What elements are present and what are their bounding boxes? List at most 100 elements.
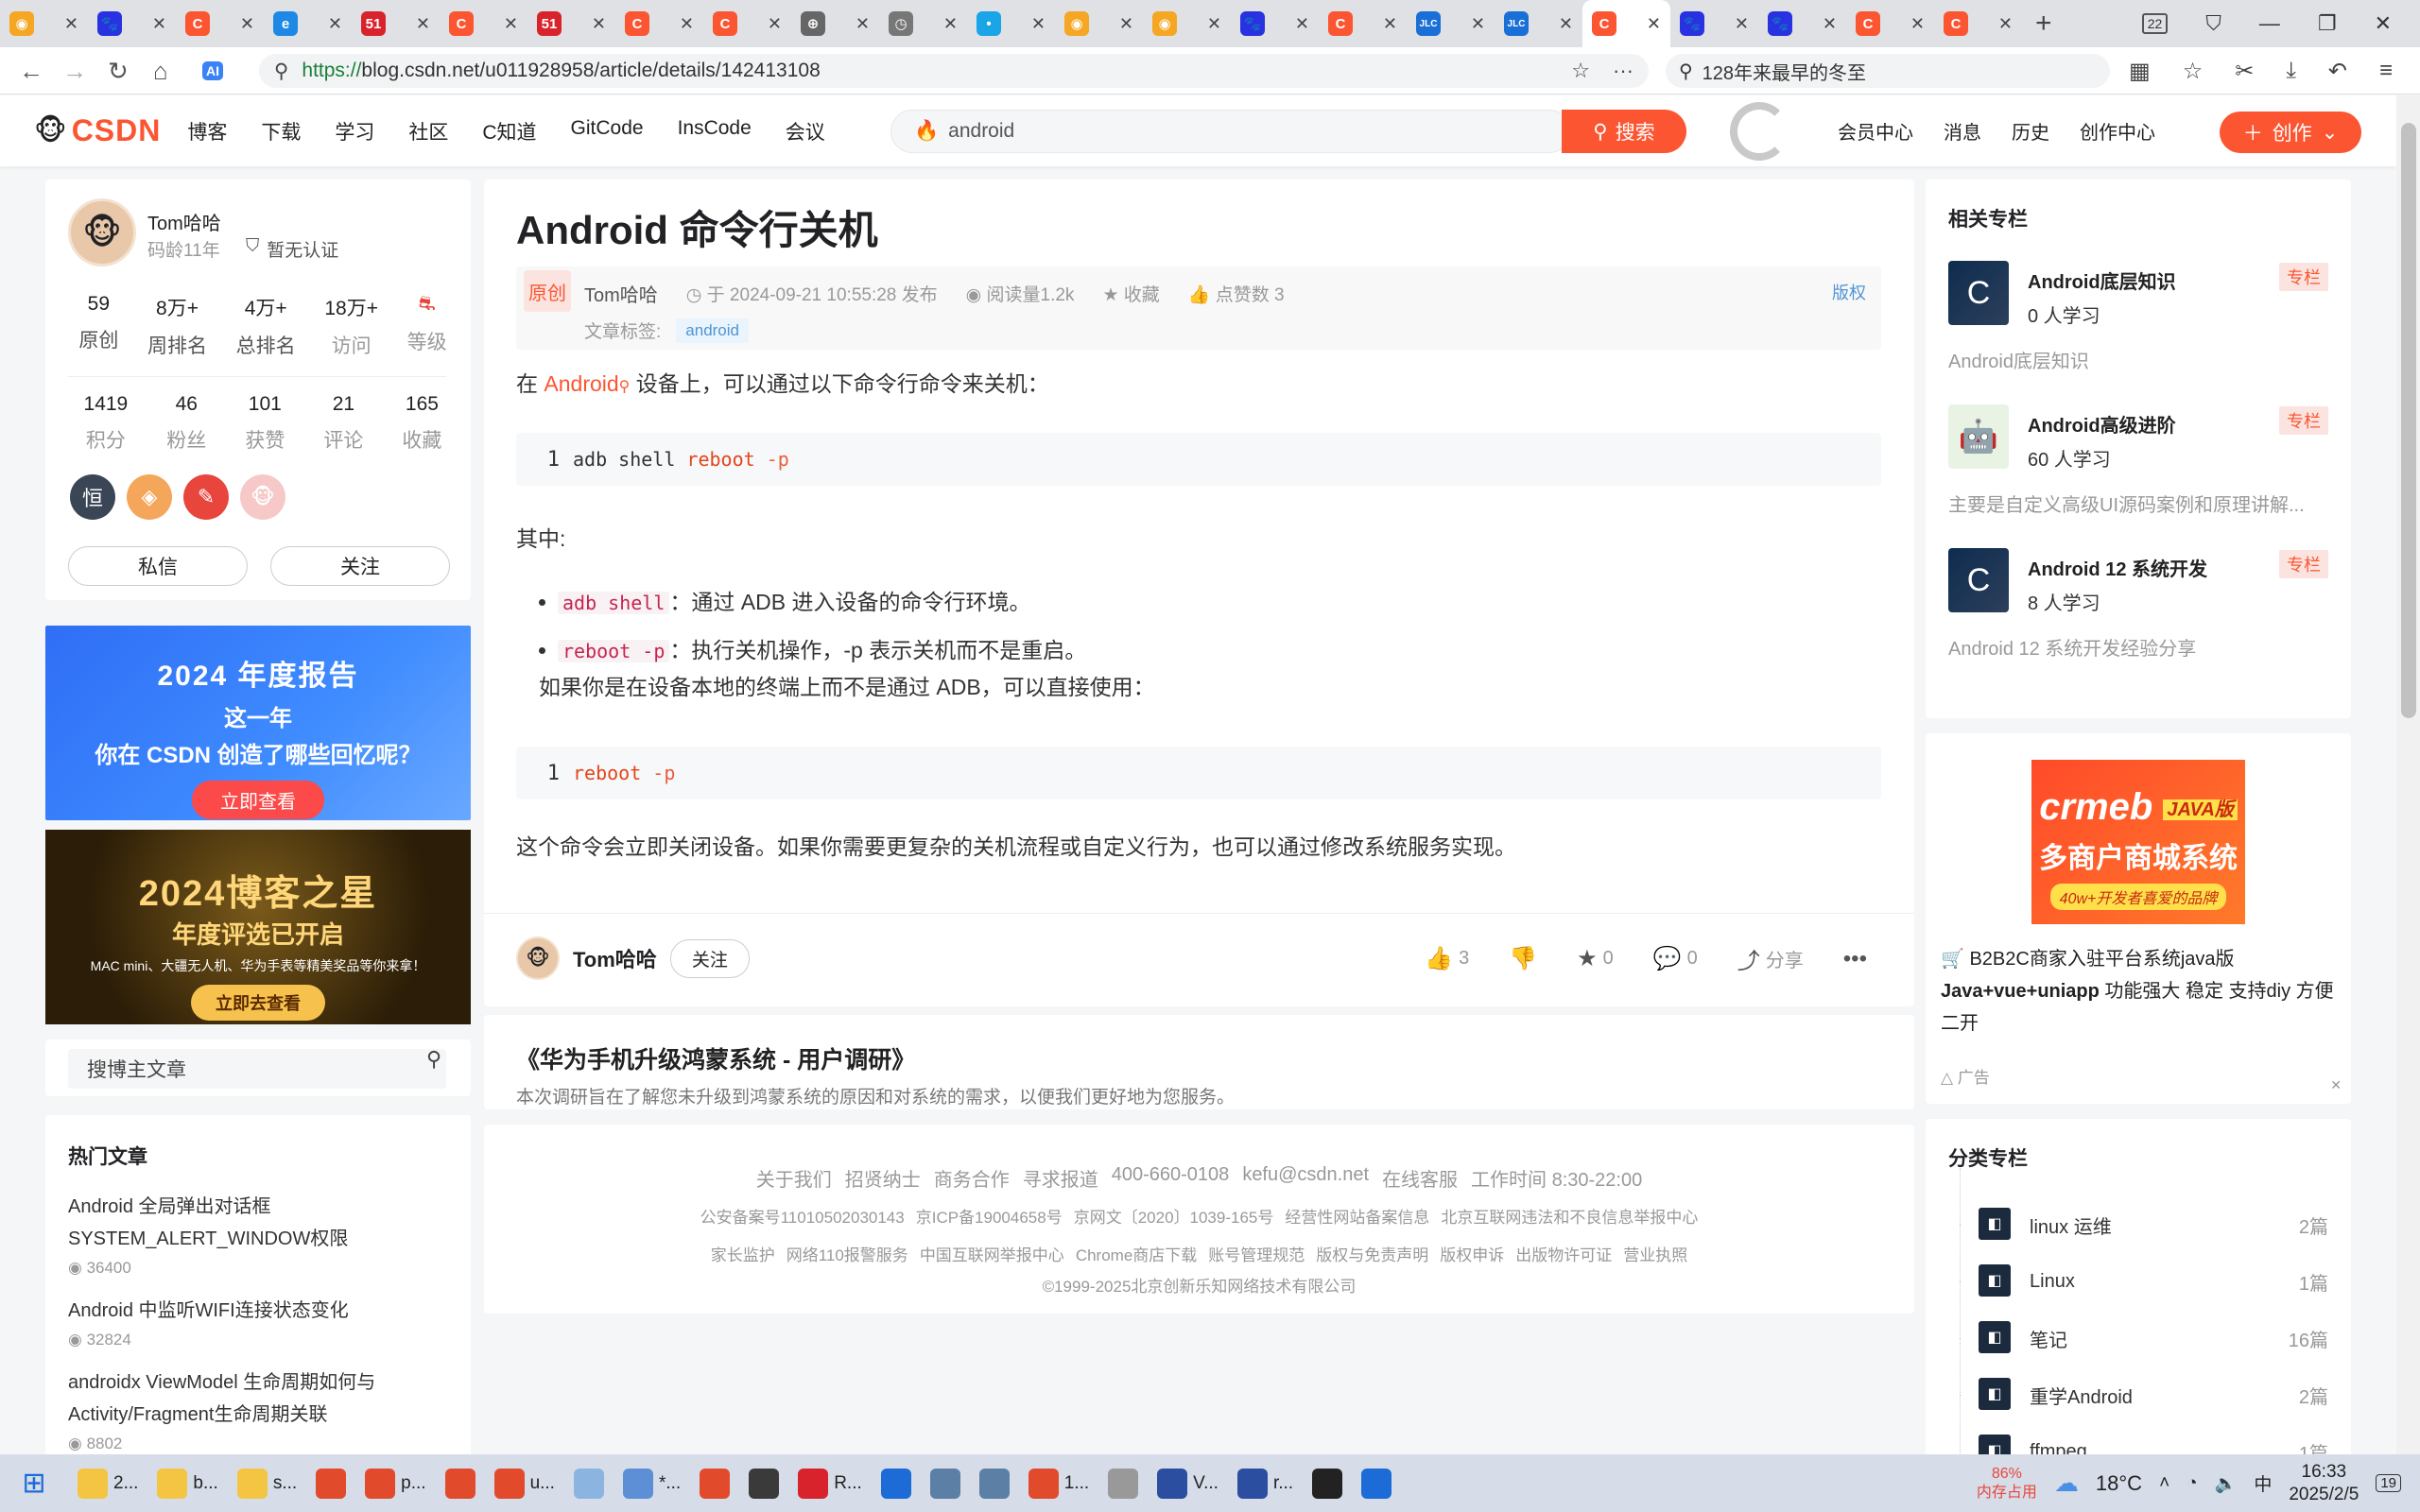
footer-link[interactable]: 寻求报道 <box>1023 1164 1098 1192</box>
close-icon[interactable]: ✕ <box>1823 14 1837 34</box>
close-icon[interactable]: ✕ <box>2375 11 2392 36</box>
footer-link[interactable]: 招贤纳士 <box>845 1164 921 1192</box>
hot-article-title[interactable]: androidx ViewModel 生命周期如何与Activity/Fragm… <box>68 1366 448 1431</box>
csdn-search-button[interactable]: ⚲ 搜索 <box>1562 110 1686 153</box>
stat-item[interactable]: 46 粉丝 <box>166 393 206 454</box>
browser-tab[interactable]: ◉ ✕ <box>0 0 88 47</box>
badge-icon[interactable]: 🐵 <box>240 474 285 520</box>
browser-tab[interactable]: 🐾 ✕ <box>88 0 176 47</box>
volume-icon[interactable]: 🔈 <box>2215 1472 2238 1495</box>
footer-link[interactable]: 关于我们 <box>756 1164 832 1192</box>
taskbar-app[interactable] <box>921 1459 970 1508</box>
close-icon[interactable]: ✕ <box>1471 14 1485 34</box>
footer-link[interactable]: Chrome商店下载 <box>1076 1243 1197 1269</box>
annual-report-banner[interactable]: 2024 年度报告 这一年 你在 CSDN 创造了哪些回忆呢？ 立即查看 <box>45 626 471 820</box>
nav-item[interactable]: 学习 <box>335 117 374 146</box>
taskbar-app[interactable]: p... <box>355 1459 435 1508</box>
copyright-link[interactable]: 版权 <box>1832 280 1866 304</box>
browser-tab[interactable]: C ✕ <box>1319 0 1407 47</box>
stat-item[interactable]: 165 收藏 <box>402 393 441 454</box>
blog-star-banner[interactable]: 2024博客之星 年度评选已开启 MAC mini、大疆无人机、华为手表等精美奖… <box>45 830 471 1024</box>
browser-tab[interactable]: ◷ ✕ <box>879 0 967 47</box>
close-icon[interactable]: ✕ <box>2330 1077 2342 1093</box>
hot-article-title[interactable]: Android 中监听WIFI连接状态变化 <box>68 1295 448 1327</box>
taskbar-app[interactable] <box>436 1459 485 1508</box>
stat-item[interactable]: 21 评论 <box>323 393 363 454</box>
browser-tab[interactable]: ◉ ✕ <box>1143 0 1231 47</box>
close-icon[interactable]: ✕ <box>1383 14 1397 34</box>
browser-tab[interactable]: C ✕ <box>440 0 527 47</box>
home-icon[interactable]: ⌂ <box>153 47 168 94</box>
footer-link[interactable]: 版权申诉 <box>1440 1243 1504 1269</box>
survey-title[interactable]: 《华为手机升级鸿蒙系统 - 用户调研》 <box>516 1041 1882 1075</box>
footer-link[interactable]: 出版物许可证 <box>1515 1243 1612 1269</box>
category-name[interactable]: 笔记 <box>2030 1325 2289 1352</box>
banner-cta[interactable]: 立即去查看 <box>191 985 325 1021</box>
category-item[interactable]: ◧ linux 运维 2篇 <box>1948 1168 2328 1253</box>
undo-icon[interactable]: ↶ <box>2328 58 2347 85</box>
footer-link[interactable]: 工作时间 8:30-22:00 <box>1471 1164 1642 1192</box>
nav-item[interactable]: 博客 <box>187 117 227 146</box>
ai-icon[interactable]: AI <box>202 47 223 94</box>
back-icon[interactable]: ← <box>19 47 43 94</box>
close-icon[interactable]: ✕ <box>592 14 606 34</box>
comment-button[interactable]: 💬 0 <box>1653 945 1698 972</box>
follow-button[interactable]: 关注 <box>270 546 450 586</box>
menu-icon[interactable]: ≡ <box>2379 58 2393 84</box>
meta-fav[interactable]: ★ 收藏 <box>1102 281 1159 306</box>
category-name[interactable]: linux 运维 <box>2030 1211 2299 1239</box>
close-icon[interactable]: ✕ <box>768 14 782 34</box>
browser-tab[interactable]: 🐾 ✕ <box>1231 0 1319 47</box>
memory-indicator[interactable]: 86% 内存占用 <box>1977 1465 2037 1503</box>
author-name[interactable]: Tom哈哈 <box>147 208 221 235</box>
windows-start-icon[interactable]: ⊞ <box>0 1467 68 1500</box>
badge-icon[interactable]: 恒 <box>70 474 115 520</box>
close-icon[interactable]: ✕ <box>1559 14 1573 34</box>
nav-item[interactable]: 社区 <box>408 117 448 146</box>
android-link[interactable]: Android <box>544 371 618 396</box>
footer-link[interactable]: 京ICP备19004658号 <box>916 1205 1063 1231</box>
new-tab-icon[interactable]: + <box>2022 0 2066 47</box>
browser-tab[interactable]: 🐾 ✕ <box>1758 0 1846 47</box>
hot-article[interactable]: androidx ViewModel 生命周期如何与Activity/Fragm… <box>68 1366 448 1453</box>
dislike-button[interactable]: 👎 <box>1509 945 1537 972</box>
close-icon[interactable]: ✕ <box>240 14 254 34</box>
close-icon[interactable]: ✕ <box>1295 14 1309 34</box>
user-link[interactable]: 会员中心 <box>1838 117 1913 145</box>
blog-search-input[interactable]: 搜博主文章 <box>68 1049 446 1089</box>
category-name[interactable]: Linux <box>2030 1271 2299 1293</box>
footer-link[interactable]: 在线客服 <box>1382 1164 1458 1192</box>
favorites-icon[interactable]: ☆ <box>2183 58 2204 85</box>
cut-icon[interactable]: ✂ <box>2235 58 2254 85</box>
browser-tab[interactable]: JLC ✕ <box>1407 0 1495 47</box>
hot-article[interactable]: Android 中监听WIFI连接状态变化 ◉ 32824 <box>68 1295 448 1349</box>
taskbar-app[interactable]: V... <box>1148 1459 1228 1508</box>
url-field[interactable]: ⚲ https://blog.csdn.net/u011928958/artic… <box>259 54 1649 88</box>
code-block-2[interactable]: 1 reboot -p <box>516 747 1881 799</box>
taskbar-app[interactable] <box>1098 1459 1148 1508</box>
category-item[interactable]: ◧ 笔记 16篇 <box>1948 1281 2328 1366</box>
close-icon[interactable]: ✕ <box>416 14 430 34</box>
taskbar-app[interactable]: R... <box>788 1459 872 1508</box>
survey-card[interactable]: 《华为手机升级鸿蒙系统 - 用户调研》 本次调研旨在了解您未升级到鸿蒙系统的原因… <box>484 1015 1914 1109</box>
browser-tab[interactable]: C ✕ <box>615 0 703 47</box>
browser-search-field[interactable]: ⚲ 128年来最早的冬至 <box>1666 54 2110 88</box>
star-icon[interactable]: ☆ <box>1571 59 1590 83</box>
taskbar-app[interactable]: *... <box>614 1459 690 1508</box>
browser-tab[interactable]: 51 ✕ <box>527 0 615 47</box>
column-name[interactable]: Android 12 系统开发 <box>2028 554 2207 581</box>
close-icon[interactable]: ✕ <box>1031 14 1046 34</box>
reload-icon[interactable]: ↻ <box>108 47 129 94</box>
footer-link[interactable]: 经营性网站备案信息 <box>1285 1205 1429 1231</box>
user-link[interactable]: 消息 <box>1944 117 1981 145</box>
shirt-icon[interactable]: ⛉ <box>2205 11 2221 36</box>
forward-icon[interactable]: → <box>62 47 87 94</box>
browser-tab[interactable]: C ✕ <box>703 0 791 47</box>
close-icon[interactable]: ✕ <box>856 14 870 34</box>
stat-item[interactable]: ⛐ 等级 <box>407 293 447 359</box>
stat-item[interactable]: 18万+ 访问 <box>324 293 378 359</box>
apps-icon[interactable]: ▦ <box>2129 58 2151 85</box>
taskbar-app[interactable] <box>739 1459 788 1508</box>
scrollbar-thumb[interactable] <box>2401 123 2416 718</box>
footer-link[interactable]: 京网文〔2020〕1039-165号 <box>1074 1205 1274 1231</box>
